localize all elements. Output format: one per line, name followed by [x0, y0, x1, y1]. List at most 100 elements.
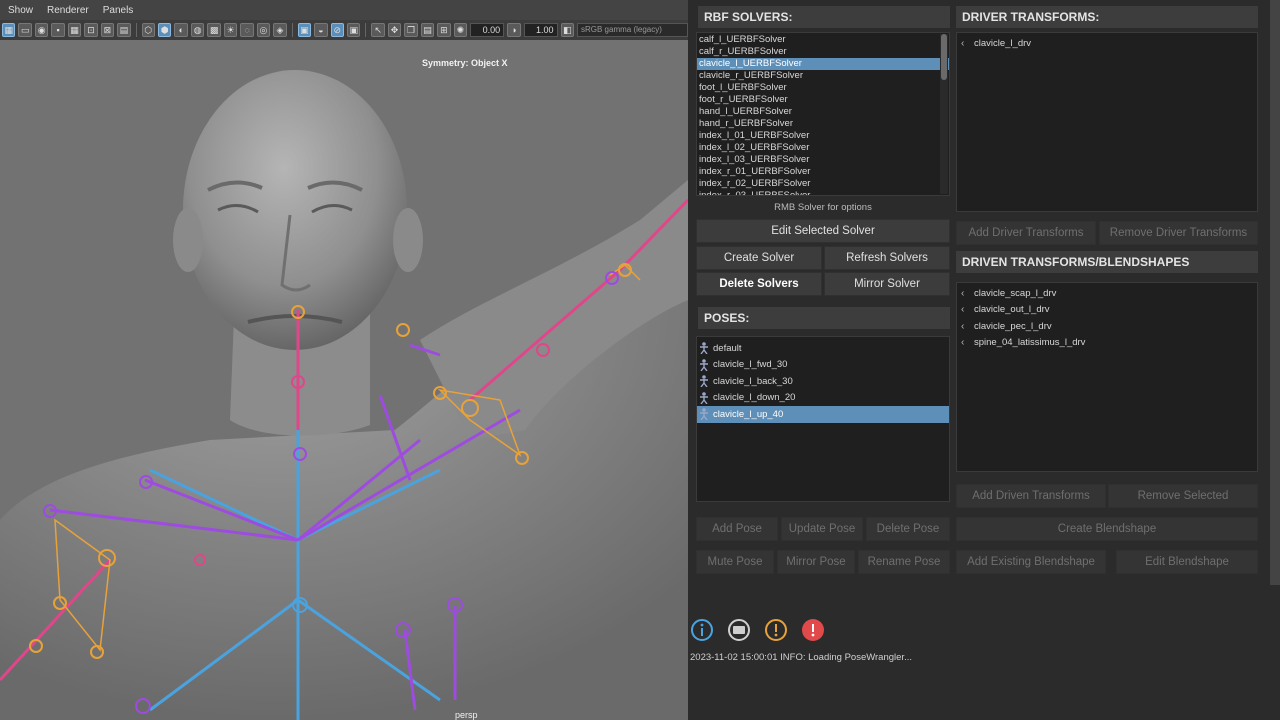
pose-label: clavicle_l_up_40	[713, 408, 784, 420]
gamma-field[interactable]	[523, 23, 558, 37]
solver-list-item[interactable]: index_r_02_UERBFSolver	[697, 178, 949, 190]
transform-list-item[interactable]: ‹ spine_04_latissimus_l_drv	[957, 335, 1257, 352]
wireframe-icon[interactable]: ⬡	[141, 23, 156, 37]
grid-icon[interactable]: ▦	[67, 23, 82, 37]
driven-transforms-list[interactable]: ‹ clavicle_scap_l_drv ‹ clavicle_out_l_drv ‹…	[956, 282, 1258, 472]
update-pose-button[interactable]: Update Pose	[781, 517, 863, 541]
pose-list-item[interactable]: default	[697, 340, 949, 357]
create-solver-button[interactable]: Create Solver	[696, 246, 822, 270]
menu-panels[interactable]: Panels	[103, 5, 134, 16]
textured-icon[interactable]: ◍	[190, 23, 205, 37]
log-filter-bar	[690, 618, 825, 642]
move-tool-icon[interactable]: ✥	[387, 23, 402, 37]
add-driver-transforms-button[interactable]: Add Driver Transforms	[956, 221, 1096, 245]
solver-list-item[interactable]: index_r_03_UERBFSolver	[697, 190, 949, 195]
image-plane-icon[interactable]: ▪	[51, 23, 65, 37]
motion-blur-icon[interactable]: ◎	[256, 23, 271, 37]
add-driven-transforms-button[interactable]: Add Driven Transforms	[956, 484, 1106, 508]
isolate-select-icon[interactable]: ▣	[297, 23, 312, 37]
rename-pose-button[interactable]: Rename Pose	[858, 550, 950, 574]
camera-attributes-icon[interactable]: ▭	[18, 23, 32, 37]
error-icon[interactable]	[801, 618, 825, 642]
layout-icon[interactable]: ▤	[420, 23, 435, 37]
add-existing-blendshape-button[interactable]: Add Existing Blendshape	[956, 550, 1106, 574]
color-management-icon[interactable]: ◧	[560, 23, 574, 37]
solver-list-item[interactable]: hand_l_UERBFSolver	[697, 106, 949, 118]
remove-driver-transforms-button[interactable]: Remove Driver Transforms	[1099, 221, 1258, 245]
add-pose-button[interactable]: Add Pose	[696, 517, 778, 541]
solver-list-item[interactable]: clavicle_r_UERBFSolver	[697, 70, 949, 82]
solver-hint: RMB Solver for options	[774, 202, 872, 213]
film-gate-icon[interactable]: ⊡	[84, 23, 98, 37]
joint-icon: ‹	[961, 304, 965, 316]
xray-icon[interactable]: ◒	[314, 23, 328, 37]
lights-icon[interactable]: ☀	[223, 23, 238, 37]
exposure-icon[interactable]: ✺	[453, 23, 468, 37]
transform-list-item[interactable]: ‹ clavicle_out_l_drv	[957, 302, 1257, 319]
rbf-solvers-list[interactable]: calf_l_UERBFSolver calf_r_UERBFSolver clav…	[696, 32, 950, 196]
solver-list-item[interactable]: index_l_03_UERBFSolver	[697, 154, 949, 166]
solver-list-item[interactable]: index_r_01_UERBFSolver	[697, 166, 949, 178]
menu-renderer[interactable]: Renderer	[47, 5, 89, 16]
info-icon[interactable]	[690, 618, 714, 642]
solver-list-scrollbar[interactable]	[940, 34, 948, 194]
poses-list[interactable]: default clavicle_l_fwd_30 clavicle_l_back_…	[696, 336, 950, 502]
solver-list-item[interactable]: calf_r_UERBFSolver	[697, 46, 949, 58]
create-blendshape-button[interactable]: Create Blendshape	[956, 517, 1258, 541]
driver-rows: ‹ clavicle_l_drv	[957, 35, 1257, 52]
shadows-icon[interactable]: ▩	[207, 23, 221, 37]
menu-show[interactable]: Show	[8, 5, 33, 16]
color-space-dropdown[interactable]: sRGB gamma (legacy)	[577, 23, 688, 37]
ambient-occlusion-icon[interactable]: ◌	[240, 23, 254, 37]
frame-icon[interactable]: ⊞	[437, 23, 451, 37]
solver-list-item[interactable]: clavicle_l_UERBFSolver	[697, 58, 949, 70]
mute-pose-button[interactable]: Mute Pose	[696, 550, 774, 574]
solver-list-item[interactable]: calf_l_UERBFSolver	[697, 34, 949, 46]
edit-selected-solver-button[interactable]: Edit Selected Solver	[696, 219, 950, 243]
pose-list-item[interactable]: clavicle_l_fwd_30	[697, 357, 949, 374]
rbf-solvers-header: RBF SOLVERS:	[698, 6, 950, 28]
select-tool-icon[interactable]: ↖	[371, 23, 385, 37]
smooth-shade-icon[interactable]: ⬢	[158, 23, 172, 37]
transform-label: clavicle_pec_l_drv	[974, 320, 1052, 332]
joint-icon: ‹	[961, 337, 965, 349]
bookmark-icon[interactable]: ◉	[34, 23, 49, 37]
message-icon[interactable]	[727, 618, 751, 642]
remove-selected-button[interactable]: Remove Selected	[1108, 484, 1258, 508]
pose-list-item[interactable]: clavicle_l_up_40	[697, 406, 949, 423]
solver-list-item[interactable]: index_l_02_UERBFSolver	[697, 142, 949, 154]
gate-mask-icon[interactable]: ▤	[117, 23, 131, 37]
driver-transforms-list[interactable]: ‹ clavicle_l_drv	[956, 32, 1258, 212]
mirror-pose-button[interactable]: Mirror Pose	[777, 550, 855, 574]
3d-scene[interactable]	[0, 40, 688, 720]
delete-solvers-button[interactable]: Delete Solvers	[696, 272, 822, 296]
solver-list-item[interactable]: foot_l_UERBFSolver	[697, 82, 949, 94]
xray-joints-icon[interactable]: ⊘	[330, 23, 344, 37]
refresh-solvers-button[interactable]: Refresh Solvers	[824, 246, 950, 270]
pose-list-item[interactable]: clavicle_l_down_20	[697, 390, 949, 407]
solver-list-item[interactable]: foot_r_UERBFSolver	[697, 94, 949, 106]
pose-list-item[interactable]: clavicle_l_back_30	[697, 373, 949, 390]
maya-viewport[interactable]: Show Renderer Panels ▦ ▭ ◉ ▪ ▦ ⊡ ⊠ ▤ ⬡ ⬢…	[0, 0, 688, 720]
toolbar-separator	[365, 23, 367, 37]
poses-header: POSES:	[698, 307, 950, 329]
default-material-icon[interactable]: ◐	[174, 23, 188, 37]
anti-aliasing-icon[interactable]: ◈	[273, 23, 287, 37]
exposure-field[interactable]	[470, 23, 505, 37]
edit-blendshape-button[interactable]: Edit Blendshape	[1116, 550, 1258, 574]
transform-list-item[interactable]: ‹ clavicle_l_drv	[957, 35, 1257, 52]
scrollbar-thumb[interactable]	[941, 34, 947, 80]
viewport-menubar: Show Renderer Panels	[0, 0, 688, 20]
xray-active-icon[interactable]: ▣	[346, 23, 361, 37]
solver-list-item[interactable]: index_l_01_UERBFSolver	[697, 130, 949, 142]
mirror-solver-button[interactable]: Mirror Solver	[824, 272, 950, 296]
resolution-gate-icon[interactable]: ⊠	[100, 23, 115, 37]
duplicate-icon[interactable]: ❐	[404, 23, 418, 37]
warning-icon[interactable]	[764, 618, 788, 642]
select-camera-icon[interactable]: ▦	[2, 23, 16, 37]
transform-list-item[interactable]: ‹ clavicle_pec_l_drv	[957, 318, 1257, 335]
delete-pose-button[interactable]: Delete Pose	[866, 517, 950, 541]
solver-list-item[interactable]: hand_r_UERBFSolver	[697, 118, 949, 130]
transform-list-item[interactable]: ‹ clavicle_scap_l_drv	[957, 285, 1257, 302]
gamma-icon[interactable]: ◑	[507, 23, 521, 37]
